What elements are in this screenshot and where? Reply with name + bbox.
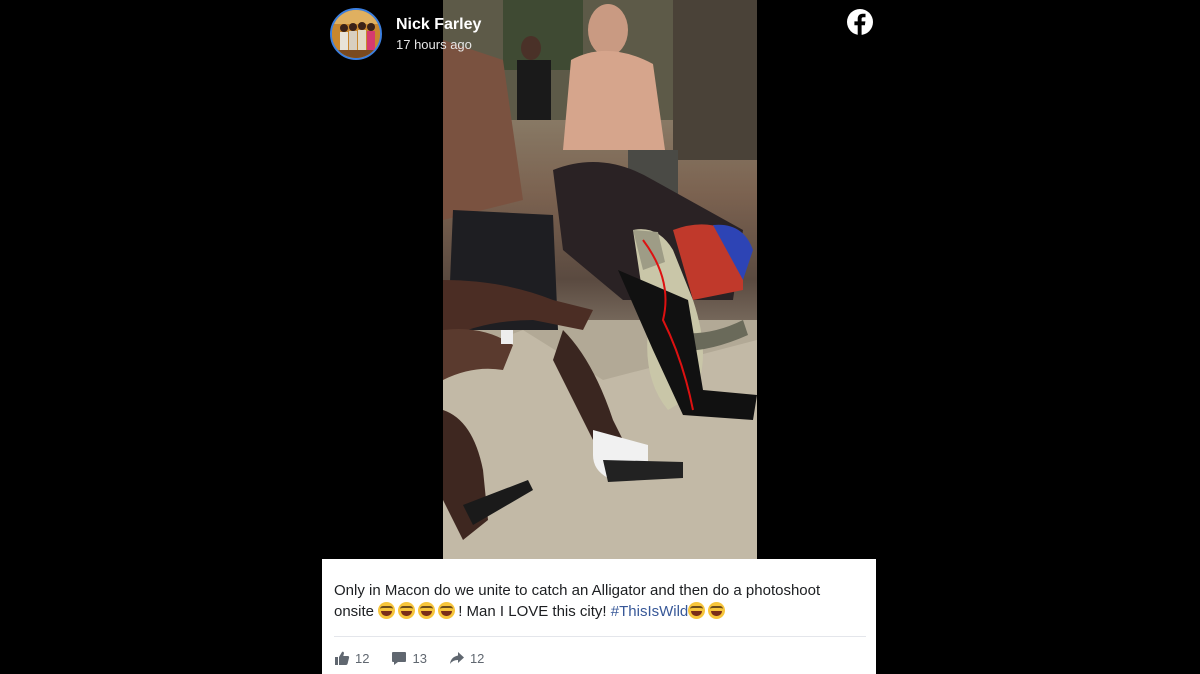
share-count: 12 [469,650,485,666]
laughing-tears-emoji-icon [438,602,456,619]
post-timestamp[interactable]: 17 hours ago [396,36,481,54]
comment-icon [392,652,407,665]
laughing-tears-emoji-icon [378,602,396,619]
video-post-viewer: Nick Farley 17 hours ago Only in Macon d… [0,0,1200,674]
share-arrow-icon [449,652,464,664]
laughing-tears-emoji-icon [418,602,436,619]
share-count-button[interactable]: 12 [449,650,484,666]
laughing-tears-emoji-icon [688,602,706,619]
like-count-button[interactable]: 12 [334,650,369,666]
post-photo [443,0,757,559]
comment-count-button[interactable]: 13 [391,650,427,666]
post-card: Only in Macon do we unite to catch an Al… [322,559,876,674]
avatar[interactable] [330,8,382,60]
thumbs-up-icon [335,651,350,665]
caption-text-2: ! Man I LOVE this city! [458,603,611,620]
like-count: 12 [355,650,370,666]
divider [334,636,866,637]
engagement-bar: 12 13 12 [334,650,506,666]
comment-count: 13 [412,650,427,666]
author-block: Nick Farley 17 hours ago [396,15,481,54]
post-media[interactable] [322,0,876,559]
post-caption: Only in Macon do we unite to catch an Al… [334,580,860,622]
facebook-icon[interactable] [846,8,874,36]
hashtag-link[interactable]: #ThisIsWild [611,603,689,620]
laughing-tears-emoji-icon [708,602,726,619]
post-header: Nick Farley 17 hours ago [330,8,481,60]
laughing-tears-emoji-icon [398,602,416,619]
author-name[interactable]: Nick Farley [396,15,481,35]
avatar-image [332,10,380,58]
photo-illustration [443,0,757,559]
facebook-logo-svg [847,9,873,35]
